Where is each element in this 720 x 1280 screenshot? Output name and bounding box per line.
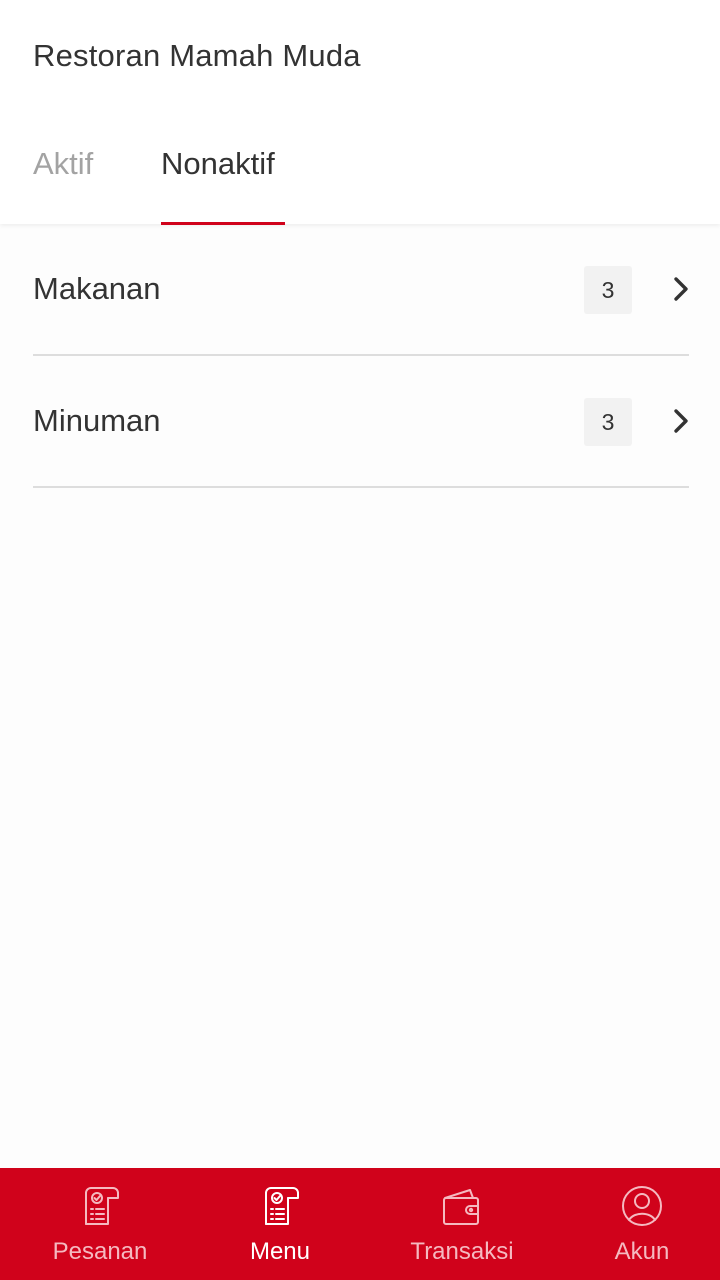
- nav-label: Transaksi: [410, 1238, 514, 1265]
- account-icon: [622, 1186, 662, 1226]
- menu-list-icon: [265, 1187, 299, 1225]
- nav-label: Menu: [249, 1238, 311, 1265]
- nav-label: Akun: [614, 1238, 670, 1265]
- nav-transaksi[interactable]: Transaksi: [402, 1168, 522, 1280]
- count-badge: 3: [584, 266, 632, 314]
- nav-pesanan[interactable]: Pesanan: [46, 1168, 154, 1280]
- nav-akun[interactable]: Akun: [606, 1168, 678, 1280]
- category-row-minuman[interactable]: Minuman 3: [33, 356, 689, 488]
- category-row-makanan[interactable]: Makanan 3: [33, 224, 689, 356]
- chevron-right-icon: [674, 277, 688, 301]
- nav-menu[interactable]: Menu: [240, 1168, 320, 1280]
- category-label: Minuman: [33, 403, 161, 438]
- category-label: Makanan: [33, 271, 161, 306]
- app-screen: Restoran Mamah Muda Aktif Nonaktif Makan…: [0, 0, 720, 1280]
- top-bar: Restoran Mamah Muda Aktif Nonaktif: [0, 0, 720, 225]
- category-list: Makanan 3 Minuman 3: [0, 224, 720, 488]
- nav-label: Pesanan: [52, 1238, 148, 1265]
- chevron-right-icon: [674, 409, 688, 433]
- wallet-icon: [443, 1189, 479, 1225]
- bottom-navigation: Pesanan Menu Transaksi Akun: [0, 1168, 720, 1280]
- page-title: Restoran Mamah Muda: [33, 38, 361, 73]
- tab-aktif[interactable]: Aktif: [33, 146, 93, 182]
- count-badge: 3: [584, 398, 632, 446]
- order-list-icon: [85, 1187, 119, 1225]
- tab-nonaktif[interactable]: Nonaktif: [161, 146, 275, 182]
